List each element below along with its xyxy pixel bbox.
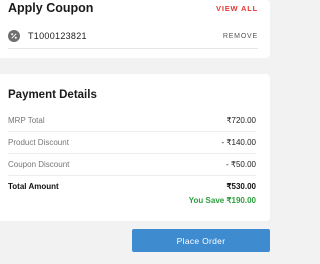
coupon-title: Apply Coupon [8,1,94,15]
divider [8,153,256,154]
divider [8,175,256,176]
coupon-tag-icon [8,30,20,42]
divider [8,48,258,49]
coupon-discount-value: - ₹50.00 [226,159,256,169]
coupon-code: T1000123821 [28,31,87,41]
total-amount-row: Total Amount ₹530.00 [8,178,256,194]
total-amount-value: ₹530.00 [226,181,256,191]
payment-details-card: Payment Details MRP Total ₹720.00 Produc… [0,74,270,221]
total-amount-label: Total Amount [8,181,59,191]
remove-coupon-button[interactable]: REMOVE [223,33,258,40]
coupon-discount-row: Coupon Discount - ₹50.00 [8,156,256,172]
mrp-total-value: ₹720.00 [226,115,256,125]
mrp-total-row: MRP Total ₹720.00 [8,112,256,128]
mrp-total-label: MRP Total [8,115,45,125]
applied-coupon-row: T1000123821 REMOVE [8,27,258,45]
payment-details-title: Payment Details [8,89,97,101]
apply-coupon-card: Apply Coupon VIEW ALL T1000123821 REMOVE [0,0,270,58]
divider [8,131,256,132]
place-order-button[interactable]: Place Order [132,229,270,252]
product-discount-value: - ₹140.00 [221,137,256,147]
product-discount-label: Product Discount [8,137,69,147]
you-save-text: You Save ₹190.00 [188,196,256,205]
product-discount-row: Product Discount - ₹140.00 [8,134,256,150]
coupon-header: Apply Coupon VIEW ALL [8,0,258,20]
view-all-link[interactable]: VIEW ALL [216,4,258,13]
coupon-discount-label: Coupon Discount [8,159,70,169]
